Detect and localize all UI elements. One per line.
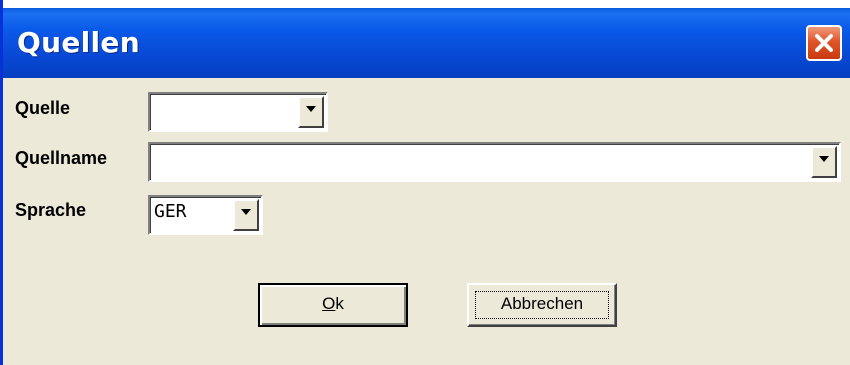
ok-button-label: Ok [260,294,406,314]
window-top-edge [3,0,850,8]
window-title: Quellen [17,26,140,59]
quellname-dropdown-button[interactable] [811,146,837,178]
quellname-label: Quellname [15,148,108,168]
quelle-dropdown[interactable] [148,92,328,132]
sprache-label: Sprache [15,200,87,220]
dialog-window: Quellen Quelle Quellname Sprache GER Ok … [0,0,850,365]
quelle-label: Quelle [15,98,71,118]
cancel-button[interactable]: Abbrechen [467,283,617,327]
close-icon [815,34,833,52]
sprache-dropdown-button[interactable] [233,199,259,231]
quellname-dropdown[interactable] [148,142,841,182]
sprache-dropdown[interactable]: GER [148,195,263,235]
sprache-value: GER [154,201,187,222]
title-bar[interactable]: Quellen [3,8,850,78]
dialog-body: Quelle Quellname Sprache GER Ok Abbreche… [3,78,850,365]
chevron-down-icon [819,156,829,162]
cancel-button-label: Abbrechen [500,294,584,313]
ok-button[interactable]: Ok [258,283,408,327]
chevron-down-icon [306,106,316,112]
close-button[interactable] [806,25,842,61]
chevron-down-icon [241,209,251,215]
ok-label-rest: k [335,294,344,313]
ok-mnemonic: O [322,294,336,313]
quelle-dropdown-button[interactable] [298,96,324,128]
